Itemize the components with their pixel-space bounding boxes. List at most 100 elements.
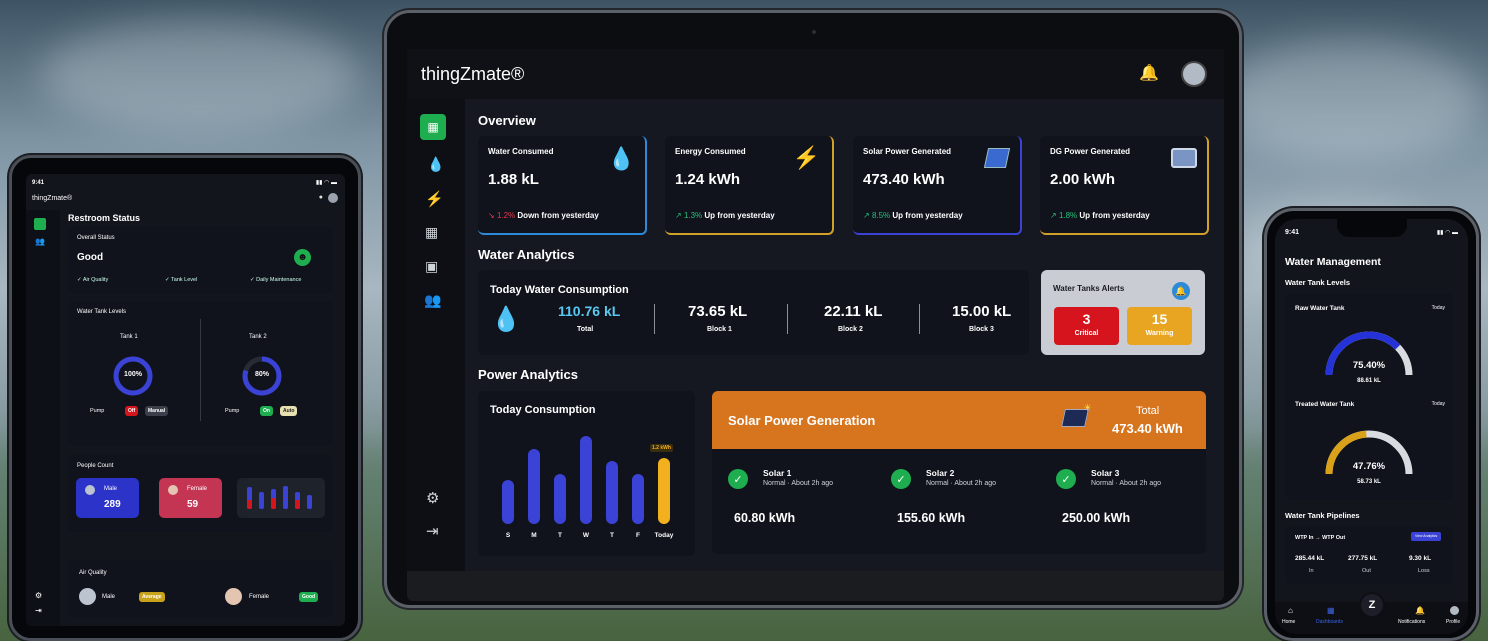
female-label: Female [187, 486, 208, 492]
people-icon[interactable]: 👥 [424, 292, 441, 309]
warning-alert[interactable]: 15 Warning [1127, 307, 1192, 345]
solar1-status: Normal · About 2h ago [763, 480, 834, 487]
camera [812, 30, 816, 34]
chart-bar[interactable] [580, 436, 592, 524]
phone-screen: 9:41 ▮▮ ◠ ▬ Water Management Water Tank … [1275, 219, 1468, 634]
generator-icon[interactable]: ▣ [425, 258, 438, 275]
dashboard-icon[interactable] [34, 218, 46, 230]
trend-text: Up from yesterday [1079, 211, 1150, 220]
nav-home[interactable]: Home [1282, 619, 1295, 625]
water-analytics-title: Water Analytics [478, 247, 575, 262]
chart-bar[interactable] [632, 473, 644, 524]
energy-consumed-card[interactable]: Energy Consumed ⚡ 1.24 kWh ↗ 1.3% Up fro… [665, 136, 834, 235]
check-icon: ✓ [728, 469, 748, 489]
water-drop-icon: 💧 [491, 306, 521, 333]
water-drop-icon: 💧 [607, 146, 635, 171]
phone-device: 9:41 ▮▮ ◠ ▬ Water Management Water Tank … [1264, 208, 1479, 641]
people-icon[interactable]: 👥 [35, 237, 45, 246]
trend-down-icon: ↘ [488, 211, 495, 220]
lightning-icon: ⚡ [792, 145, 820, 170]
brand-logo: thingZmate® [421, 64, 525, 84]
bell-icon[interactable]: 🔔 [1139, 63, 1159, 83]
cloud [1220, 40, 1480, 160]
trend-percent: 1.3% [683, 211, 703, 220]
male-count-card: Male 289 [76, 478, 139, 518]
logout-icon[interactable]: ⇥ [35, 606, 42, 615]
tank2-state-badge[interactable]: On [260, 406, 273, 416]
chart-bar[interactable] [554, 473, 566, 524]
critical-value: 3 [1082, 311, 1091, 327]
chart-bar[interactable] [502, 480, 514, 524]
dashboard-icon[interactable]: ▦ [1327, 606, 1335, 615]
male-value: 289 [104, 499, 121, 510]
chart-tick-label: Today [654, 532, 674, 539]
overview-title: Overview [478, 113, 536, 128]
settings-icon[interactable]: ⚙ [426, 489, 439, 507]
fab-button[interactable]: Z [1359, 592, 1385, 618]
male-label: Male [104, 486, 118, 492]
trend-text: Down from yesterday [517, 211, 599, 220]
tank1-mode-badge[interactable]: Manual [145, 406, 169, 416]
dg-power-generated-card[interactable]: DG Power Generated 2.00 kWh ↗ 1.8% Up fr… [1040, 136, 1209, 235]
tank2-name: Tank 2 [249, 334, 267, 340]
solar-total-label: Total [1136, 405, 1160, 417]
dashboard-icon[interactable]: ▦ [420, 114, 446, 140]
brand-logo: thingZmate® [32, 195, 73, 202]
solar-panel-icon[interactable]: ▦ [425, 224, 438, 241]
solar-title: Solar Power Generation [728, 413, 876, 428]
avatar[interactable] [1181, 61, 1207, 87]
pipeline-card: WTP In → WTP Out View Analytics 285.44 k… [1285, 526, 1453, 584]
critical-alert[interactable]: 3 Critical [1054, 307, 1119, 345]
male-avatar-icon [79, 588, 96, 605]
logout-icon[interactable]: ⇥ [426, 522, 439, 540]
chart-bar[interactable] [528, 448, 540, 524]
mini-bar-chart [237, 478, 325, 518]
nav-dashboards[interactable]: Dashboards [1316, 619, 1343, 625]
bell-icon[interactable]: 🔔 [1415, 606, 1425, 615]
chart-bar[interactable] [606, 461, 618, 524]
block1-label: Block 1 [707, 326, 732, 333]
raw-tank-percent: 75.40% [1352, 360, 1386, 371]
tanks-title: Water Tank Levels [77, 309, 127, 315]
check-maintenance: ✓ Daily Maintenance [250, 277, 302, 283]
pipeline-out-value: 277.75 kL [1348, 555, 1378, 562]
solar-power-generated-card[interactable]: Solar Power Generated 473.40 kWh ↗ 8.5% … [853, 136, 1022, 235]
pipeline-in-label: In [1309, 568, 1314, 574]
today-consumption-card: Today Consumption S M T W T F Today 1.2 kWh [478, 391, 695, 556]
avatar[interactable] [328, 193, 338, 203]
card-trend: ↘ 1.2% Down from yesterday [488, 211, 599, 220]
solar-power-generation-card: Solar Power Generation ☀ Total 473.40 kW… [712, 391, 1206, 554]
pipeline-route: WTP In → WTP Out [1295, 535, 1346, 541]
home-icon[interactable]: ⌂ [1288, 606, 1293, 615]
lightning-icon[interactable]: ⚡ [425, 190, 444, 208]
check-icon: ✓ [1056, 469, 1076, 489]
sun-icon: ☀ [1083, 403, 1092, 414]
nav-profile[interactable]: Profile [1446, 619, 1460, 625]
settings-icon[interactable]: ⚙ [35, 591, 42, 600]
smile-icon: ☻ [294, 249, 311, 266]
tank2-mode-badge[interactable]: Auto [280, 406, 298, 416]
tablet-screen: 9:41 ▮▮ ◠ ▬ thingZmate® ● 👥 ⚙ ⇥ Restroom… [26, 174, 345, 626]
card-value: 2.00 kWh [1050, 171, 1116, 188]
water-consumed-card[interactable]: Water Consumed 💧 1.88 kL ↘ 1.2% Down fro… [478, 136, 647, 235]
trend-percent: 1.8% [1058, 211, 1078, 220]
card-value: 1.24 kWh [675, 171, 741, 188]
block1-value: 73.65 kL [688, 303, 748, 320]
card-value: 473.40 kWh [863, 171, 945, 188]
solar-header: Solar Power Generation ☀ Total 473.40 kW… [712, 391, 1206, 449]
block3-label: Block 3 [969, 326, 994, 333]
tank-levels-card: Raw Water Tank Today 75.40% 88.61 kL Tre… [1285, 293, 1453, 500]
water-drop-icon[interactable]: 💧 [427, 156, 444, 173]
raw-tank-tag: Today [1431, 305, 1445, 311]
view-analytics-button[interactable]: View Analytics [1411, 532, 1442, 541]
bell-icon[interactable]: ● [319, 194, 323, 201]
raw-tank-volume: 88.61 kL [1357, 378, 1381, 384]
chart-bar[interactable] [658, 458, 670, 524]
card-trend: ↗ 1.8% Up from yesterday [1050, 211, 1150, 220]
profile-icon[interactable] [1450, 606, 1459, 615]
tank1-percent: 100% [124, 371, 142, 378]
tank1-state-badge[interactable]: Off [125, 406, 139, 416]
nav-notifications[interactable]: Notifications [1398, 619, 1425, 625]
solar2-status: Normal · About 2h ago [926, 480, 997, 487]
water-tanks-alerts-card[interactable]: Water Tanks Alerts 🔔 3 Critical 15 Warni… [1041, 270, 1205, 355]
